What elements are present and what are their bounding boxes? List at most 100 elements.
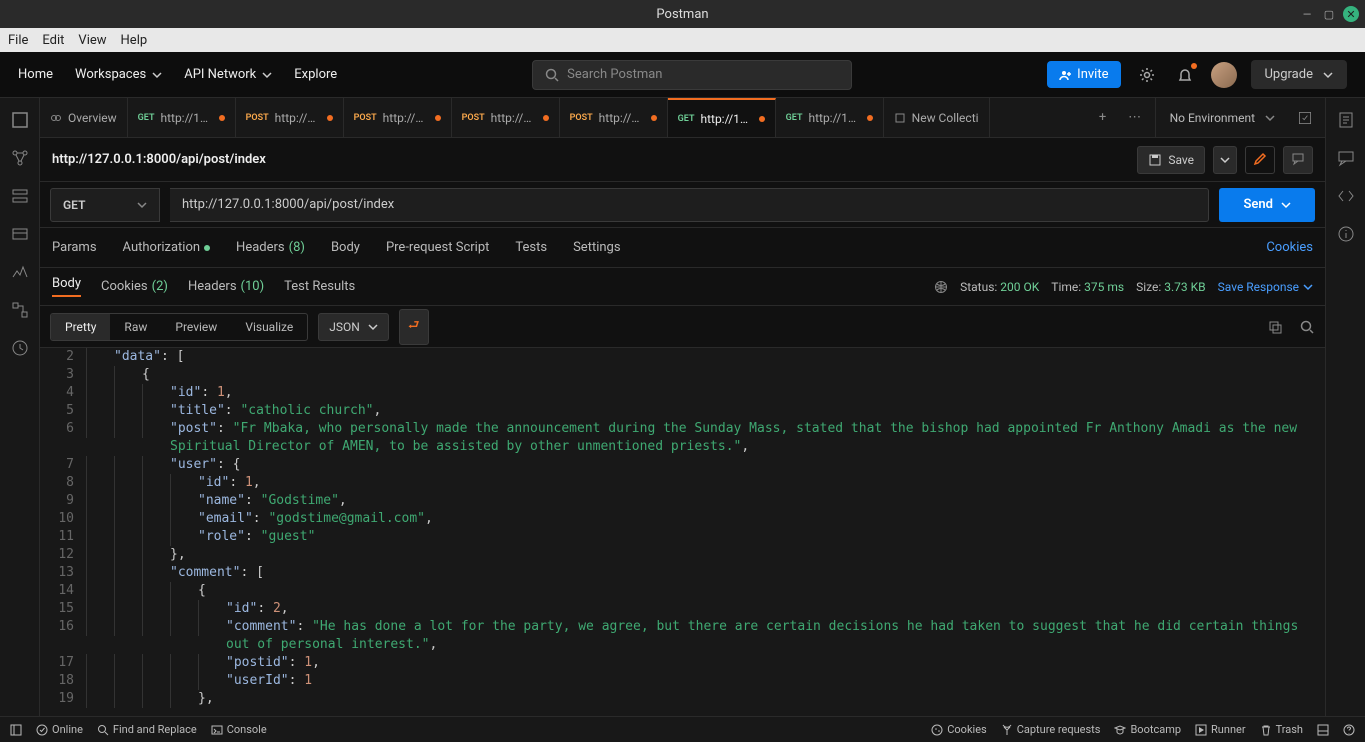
view-preview[interactable]: Preview [161,314,231,340]
network-icon[interactable] [934,280,948,294]
request-tab[interactable]: POSThttp://127 [344,98,452,138]
tab-headers[interactable]: Headers (8) [236,240,305,255]
view-visualize[interactable]: Visualize [231,314,307,340]
save-button[interactable]: Save [1137,146,1205,174]
sb-bootcamp[interactable]: Bootcamp [1114,723,1181,736]
environment-selector[interactable]: No Environment [1155,98,1289,138]
request-tab[interactable]: GET http://127.0 [668,98,776,138]
response-tabs: Body Cookies (2) Headers (10) Test Resul… [40,268,1325,306]
resp-tab-cookies[interactable]: Cookies (2) [101,279,168,294]
send-button[interactable]: Send [1219,188,1315,222]
info-icon[interactable] [1336,224,1356,244]
request-tab[interactable]: Overview [40,98,128,138]
copy-icon[interactable] [1267,319,1283,335]
code-line: 16"comment": "He has done a lot for the … [40,618,1325,654]
tab-label: http://127.0 [700,112,752,126]
tab-prerequest[interactable]: Pre-request Script [386,240,489,255]
method-selector[interactable]: GET [50,188,160,222]
play-icon [1195,724,1207,736]
auth-indicator [204,245,210,251]
path-bar: http://127.0.0.1:8000/api/post/index Sav… [40,138,1325,182]
antenna-icon [1001,724,1013,736]
code-line: 5"title": "catholic church", [40,402,1325,420]
sb-help-icon[interactable] [1343,723,1355,736]
history-icon[interactable] [10,338,30,358]
add-tab-button[interactable]: + [1091,106,1115,130]
edit-icon[interactable] [1245,146,1275,174]
upgrade-button[interactable]: Upgrade [1251,60,1347,89]
api-icon[interactable] [10,148,30,168]
resp-tab-tests[interactable]: Test Results [284,279,355,294]
sb-find[interactable]: Find and Replace [97,723,197,736]
save-response-button[interactable]: Save Response [1218,280,1313,294]
docs-icon[interactable] [1336,110,1356,130]
avatar[interactable] [1211,62,1237,88]
tab-body[interactable]: Body [331,240,360,255]
tab-tests[interactable]: Tests [515,240,547,255]
person-plus-icon [1059,69,1071,81]
sb-capture[interactable]: Capture requests [1001,723,1101,736]
sb-online[interactable]: Online [36,723,83,736]
request-tab[interactable]: New Collecti [884,98,990,138]
sb-console[interactable]: Console [211,723,267,736]
sb-panel-icon[interactable] [10,724,22,736]
menu-edit[interactable]: Edit [42,33,64,48]
nav-home[interactable]: Home [18,67,53,82]
maximize-icon[interactable]: ▢ [1321,6,1337,22]
minimize-icon[interactable]: — [1299,6,1315,22]
request-tab[interactable]: POSThttp://127 [236,98,344,138]
tab-settings[interactable]: Settings [573,240,620,255]
nav-explore[interactable]: Explore [294,67,337,82]
environments-icon[interactable] [10,186,30,206]
menubar: File Edit View Help [0,28,1365,52]
tab-authorization[interactable]: Authorization [123,240,211,255]
sb-cookies[interactable]: Cookies [931,723,986,736]
request-row: GET http://127.0.0.1:8000/api/post/index… [40,182,1325,228]
wrap-lines-icon[interactable]: ⮐ [399,309,429,345]
resp-tab-headers[interactable]: Headers (10) [188,279,264,294]
resp-tab-body[interactable]: Body [52,276,81,297]
save-dropdown[interactable] [1213,146,1237,174]
format-selector[interactable]: JSON [318,313,389,341]
comment-icon[interactable] [1283,146,1313,174]
method-badge: POST [246,113,269,123]
flows-icon[interactable] [10,300,30,320]
code-line: 13"comment": [ [40,564,1325,582]
request-tab[interactable]: GEThttp://127.0 [128,98,236,138]
menu-file[interactable]: File [8,33,28,48]
top-nav: Home Workspaces API Network Explore Sear… [0,52,1365,98]
overview-icon [50,112,62,124]
search-input[interactable]: Search Postman [532,60,852,90]
request-tab[interactable]: POSThttp://127 [560,98,668,138]
collections-icon[interactable] [10,110,30,130]
mock-icon[interactable] [10,224,30,244]
monitors-icon[interactable] [10,262,30,282]
view-raw[interactable]: Raw [110,314,161,340]
response-body[interactable]: 2"data": [3{4"id": 1,5"title": "catholic… [40,348,1325,716]
comments-icon[interactable] [1336,148,1356,168]
sb-runner[interactable]: Runner [1195,723,1246,736]
cookies-link[interactable]: Cookies [1266,240,1313,255]
nav-api-network[interactable]: API Network [184,67,272,82]
search-icon[interactable] [1299,319,1315,335]
sb-trash[interactable]: Trash [1260,723,1303,736]
bell-icon[interactable] [1173,63,1197,87]
code-snippet-icon[interactable] [1336,186,1356,206]
method-badge: GET [678,114,695,124]
menu-view[interactable]: View [78,33,106,48]
sb-layout-icon[interactable] [1317,723,1329,736]
nav-workspaces[interactable]: Workspaces [75,67,162,82]
code-line: 19}, [40,690,1325,708]
menu-help[interactable]: Help [121,33,148,48]
request-tab[interactable]: GEThttp://127.0 [776,98,884,138]
url-input[interactable]: http://127.0.0.1:8000/api/post/index [170,188,1209,222]
request-tab[interactable]: POSThttp://127 [452,98,560,138]
close-icon[interactable]: ✕ [1343,6,1359,22]
tab-params[interactable]: Params [52,240,97,255]
method-badge: GET [786,113,803,123]
view-pretty[interactable]: Pretty [51,314,110,340]
invite-button[interactable]: Invite [1047,61,1120,88]
tab-menu-icon[interactable]: ⋯ [1123,106,1147,130]
env-quicklook-icon[interactable] [1297,110,1313,126]
gear-icon[interactable] [1135,63,1159,87]
